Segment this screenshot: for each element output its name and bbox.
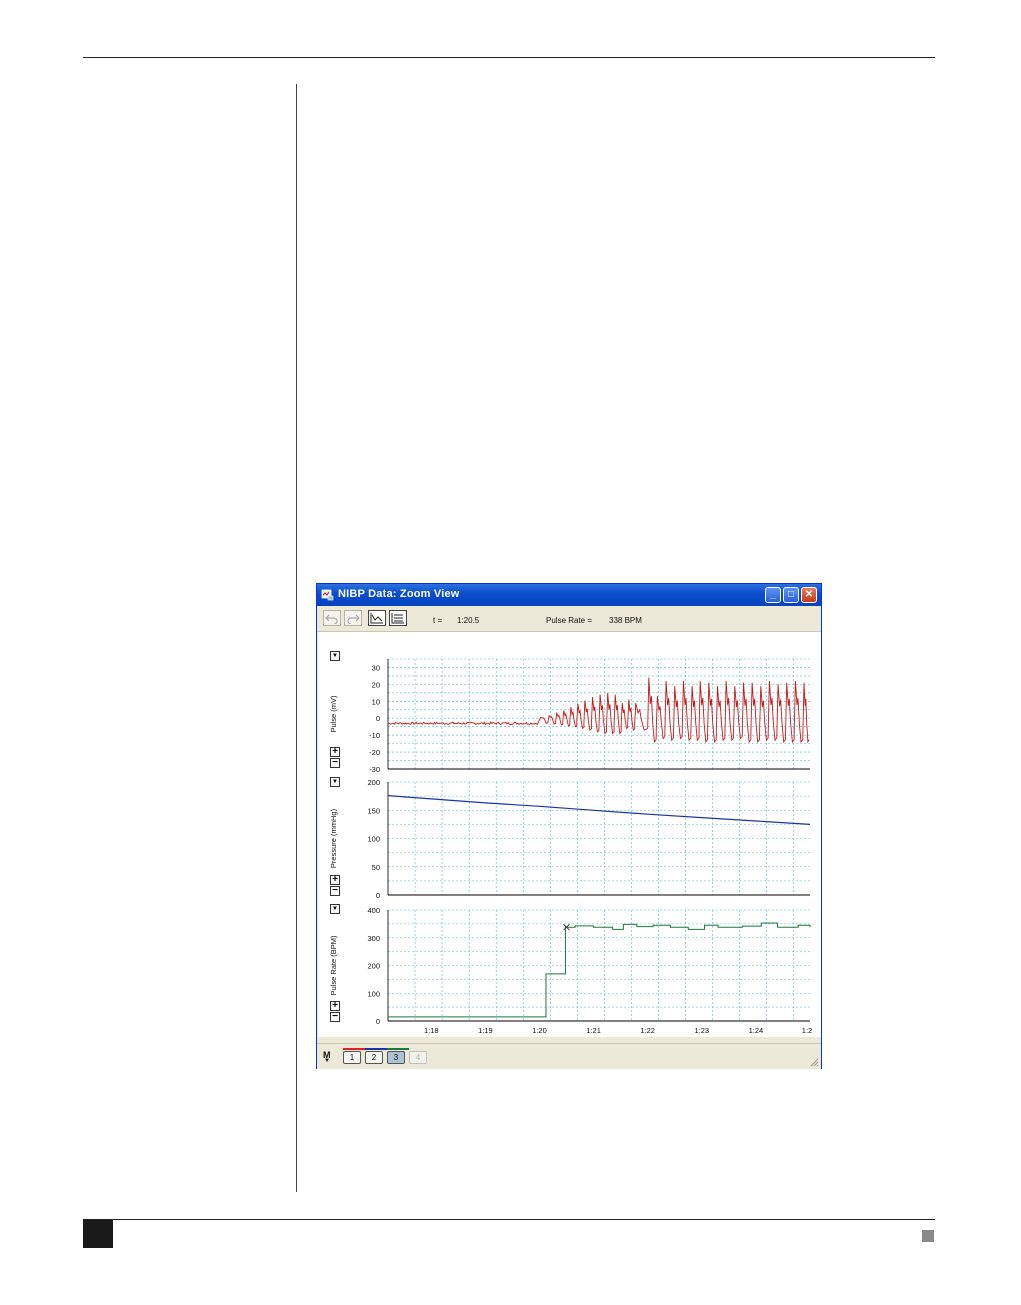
undo-icon[interactable] [323, 610, 341, 626]
window-titlebar[interactable]: NIBP Data: Zoom View _ □ ✕ [317, 584, 821, 606]
rate-ytick-label: 100 [367, 989, 380, 998]
pulse-ytick-label: -20 [369, 748, 380, 757]
pressure-series [387, 795, 811, 825]
rate-ytick-label: 300 [367, 934, 380, 943]
page-number-block [83, 1220, 113, 1248]
time-value: 1:20.5 [457, 616, 480, 625]
nibp-charts: 3020100-10-20-30Pulse (mV)200150100500Pr… [329, 658, 812, 1035]
app-icon [321, 589, 334, 601]
pulse-ytick-label: 20 [372, 680, 380, 689]
rate-value: 338 BPM [609, 616, 642, 625]
pressure-ytick-label: 100 [367, 835, 380, 844]
page-top-rule [83, 57, 935, 58]
pulse-axis-label: Pulse (mV) [329, 695, 338, 733]
channel-color-2 [365, 1048, 387, 1050]
time-tick-label: 1:2 [802, 1026, 812, 1035]
pulse-ytick-label: 30 [372, 663, 380, 672]
channel-color-3 [387, 1048, 409, 1050]
redo-icon[interactable] [344, 610, 362, 626]
close-button[interactable]: ✕ [801, 587, 817, 603]
time-tick-label: 1:18 [424, 1026, 439, 1035]
pressure-ytick-label: 0 [376, 891, 380, 900]
time-tick-label: 1:20 [532, 1026, 547, 1035]
overlap-icon[interactable] [389, 610, 407, 626]
rate-ytick-label: 200 [367, 962, 380, 971]
rate-axis-label: Pulse Rate (BPM) [329, 935, 338, 996]
time-label: t = [433, 616, 443, 625]
pulse-ytick-label: 0 [376, 714, 380, 723]
page-marker-square [922, 1230, 934, 1242]
maximize-button[interactable]: □ [783, 587, 799, 603]
window-title: NIBP Data: Zoom View [338, 588, 460, 600]
pressure-ytick-label: 200 [367, 778, 380, 787]
pressure-ytick-label: 50 [372, 863, 380, 872]
autoscale-icon[interactable] [368, 610, 386, 626]
channel-tab-4: 4 [409, 1051, 427, 1064]
time-tick-label: 1:19 [478, 1026, 493, 1035]
mode-dropdown-icon: ▼ [324, 1058, 330, 1064]
pulse-ytick-label: -30 [369, 765, 380, 774]
pulse-rate-series [388, 922, 811, 1018]
time-tick-label: 1:22 [640, 1026, 655, 1035]
pressure-ytick-label: 150 [367, 806, 380, 815]
rate-ytick-label: 400 [367, 906, 380, 915]
nibp-zoom-window: NIBP Data: Zoom View _ □ ✕ t = 1:20.5 Pu… [316, 583, 822, 1069]
channel-bar: M ▼ 1234 [317, 1043, 821, 1069]
rate-label: Pulse Rate = [546, 616, 593, 625]
mode-button[interactable]: M ▼ [323, 1050, 337, 1064]
resize-grip-icon[interactable] [809, 1057, 819, 1067]
column-divider [296, 84, 297, 1192]
time-tick-label: 1:24 [749, 1026, 764, 1035]
page-bottom-rule [83, 1219, 935, 1220]
pressure-axis-label: Pressure (mmHg) [329, 808, 338, 868]
rate-ytick-label: 0 [376, 1017, 380, 1026]
channel-color-1 [343, 1048, 365, 1050]
channel-tab-2[interactable]: 2 [365, 1051, 383, 1064]
time-tick-label: 1:21 [586, 1026, 601, 1035]
channel-tab-1[interactable]: 1 [343, 1051, 361, 1064]
minimize-button[interactable]: _ [765, 587, 781, 603]
channel-tab-3[interactable]: 3 [387, 1051, 405, 1064]
plot-area: ▼ + − ▼ + − ▼ + − 30 20 10 0 -10 -20 -30 Pulse … [318, 632, 821, 1037]
pulse-ytick-label: 10 [372, 697, 380, 706]
time-tick-label: 1:23 [694, 1026, 709, 1035]
pulse-ytick-label: -10 [369, 731, 380, 740]
toolbar: t = 1:20.5 Pulse Rate = 338 BPM [317, 606, 821, 632]
